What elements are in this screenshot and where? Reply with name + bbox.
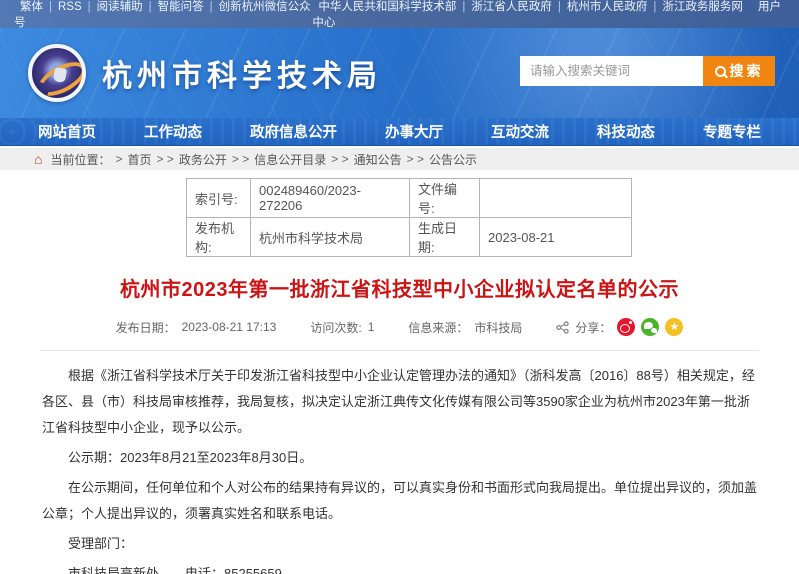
document-meta-table: 索引号: 002489460/2023-272206 文件编号: 发布机构: 杭… bbox=[186, 178, 632, 257]
breadcrumb-home[interactable]: 首页 bbox=[128, 151, 152, 168]
site-title: 杭州市科学技术局 bbox=[102, 51, 382, 95]
topbar-link-smart-qa[interactable]: 智能问答 bbox=[158, 1, 204, 13]
breadcrumb-separator: > > bbox=[331, 152, 348, 166]
home-icon: ⌂ bbox=[34, 152, 42, 166]
meta-label-date: 生成日期: bbox=[410, 218, 480, 257]
nav-item-home[interactable]: 网站首页 bbox=[30, 121, 104, 142]
nav-item-work-news[interactable]: 工作动态 bbox=[136, 121, 210, 142]
source-label: 信息来源： bbox=[408, 319, 468, 336]
wechat-share-icon[interactable] bbox=[641, 318, 659, 336]
topbar-link-zhejiang-gov[interactable]: 浙江省人民政府 bbox=[471, 1, 552, 13]
meta-value-date: 2023-08-21 bbox=[480, 218, 632, 257]
search-icon bbox=[715, 66, 726, 77]
search-input[interactable] bbox=[520, 56, 703, 86]
topbar-link-most[interactable]: 中华人民共和国科学技术部 bbox=[318, 1, 456, 13]
breadcrumb: ⌂ 当前位置： > 首页 > > 政务公开 > > 信息公开目录 > > 通知公… bbox=[0, 148, 799, 170]
divider bbox=[40, 350, 759, 351]
paragraph-publicity-period: 公示期：2023年8月21至2023年8月30日。 bbox=[42, 445, 757, 471]
paragraph-basis: 根据《浙江省科学技术厅关于印发浙江省科技型中小企业认定管理办法的通知》（浙科发高… bbox=[42, 363, 757, 441]
article-meta-row: 发布日期： 2023-08-21 17:13 访问次数: 1 信息来源： 市科技局 分… bbox=[0, 318, 799, 336]
topbar-right-links: 中华人民共和国科学技术部|浙江省人民政府|杭州市人民政府|浙江政务服务网 用户中… bbox=[312, 0, 785, 30]
breadcrumb-prefix: 当前位置： bbox=[50, 151, 110, 168]
article-body: 根据《浙江省科学技术厅关于印发浙江省科技型中小企业认定管理办法的通知》（浙科发高… bbox=[42, 363, 757, 574]
meta-value-agency: 杭州市科学技术局 bbox=[251, 218, 410, 257]
meta-label-agency: 发布机构: bbox=[187, 218, 251, 257]
breadcrumb-gov-open[interactable]: 政务公开 bbox=[179, 151, 227, 168]
site-header: 杭州市科学技术局 搜索 bbox=[0, 28, 799, 118]
breadcrumb-info-catalog[interactable]: 信息公开目录 bbox=[254, 151, 326, 168]
breadcrumb-announcements[interactable]: 公告公示 bbox=[429, 151, 477, 168]
qzone-share-icon[interactable]: ★ bbox=[665, 318, 683, 336]
table-row: 发布机构: 杭州市科学技术局 生成日期: 2023-08-21 bbox=[187, 218, 632, 257]
nav-item-interaction[interactable]: 互动交流 bbox=[483, 121, 557, 142]
separator: | bbox=[49, 1, 52, 13]
search-button[interactable]: 搜索 bbox=[703, 56, 775, 86]
top-utility-bar: 繁体|RSS|阅读辅助|智能问答|创新杭州微信公众号 中华人民共和国科学技术部|… bbox=[0, 0, 799, 28]
breadcrumb-separator: > > bbox=[232, 152, 249, 166]
visits-label: 访问次数: bbox=[310, 319, 361, 336]
separator: | bbox=[210, 1, 213, 13]
topbar-left-links: 繁体|RSS|阅读辅助|智能问答|创新杭州微信公众号 bbox=[14, 0, 312, 30]
meta-label-index: 索引号: bbox=[187, 179, 251, 218]
search-button-label: 搜索 bbox=[730, 61, 764, 81]
share-label: 分享： bbox=[575, 319, 611, 336]
main-navigation: 网站首页 工作动态 政府信息公开 办事大厅 互动交流 科技动态 专题专栏 bbox=[0, 118, 799, 146]
meta-value-docnum bbox=[480, 179, 632, 218]
visits-count: 1 bbox=[368, 320, 375, 334]
paragraph-accepting-dept: 受理部门： bbox=[42, 531, 757, 557]
nav-item-tech-news[interactable]: 科技动态 bbox=[589, 121, 663, 142]
topbar-link-reading-aid[interactable]: 阅读辅助 bbox=[97, 1, 143, 13]
topbar-link-rss[interactable]: RSS bbox=[58, 1, 82, 13]
publish-date: 2023-08-21 17:13 bbox=[182, 320, 277, 334]
paragraph-hightech-phone: 市科技局高新处 电话：85255659 bbox=[42, 561, 757, 574]
publish-date-label: 发布日期： bbox=[116, 319, 176, 336]
breadcrumb-separator: > bbox=[115, 152, 122, 166]
share-nodes-icon bbox=[556, 321, 569, 334]
paragraph-objection: 在公示期间，任何单位和个人对公布的结果持有异议的，可以真实身份和书面形式向我局提… bbox=[42, 475, 757, 527]
bureau-logo bbox=[28, 44, 86, 102]
topbar-link-hangzhou-gov[interactable]: 杭州市人民政府 bbox=[567, 1, 648, 13]
topbar-link-zhejiang-service[interactable]: 浙江政务服务网 bbox=[662, 1, 743, 13]
nav-item-special-topics[interactable]: 专题专栏 bbox=[695, 121, 769, 142]
separator: | bbox=[558, 1, 561, 13]
topbar-link-traditional[interactable]: 繁体 bbox=[20, 1, 43, 13]
separator: | bbox=[653, 1, 656, 13]
meta-value-index: 002489460/2023-272206 bbox=[251, 179, 410, 218]
meta-label-docnum: 文件编号: bbox=[410, 179, 480, 218]
separator: | bbox=[149, 1, 152, 13]
weibo-share-icon[interactable] bbox=[617, 318, 635, 336]
page-title: 杭州市2023年第一批浙江省科技型中小企业拟认定名单的公示 bbox=[0, 273, 799, 302]
nav-item-service-hall[interactable]: 办事大厅 bbox=[377, 121, 451, 142]
separator: | bbox=[462, 1, 465, 13]
breadcrumb-separator: > > bbox=[407, 152, 424, 166]
nav-item-gov-info[interactable]: 政府信息公开 bbox=[242, 121, 345, 142]
search-box: 搜索 bbox=[520, 56, 775, 86]
breadcrumb-notices[interactable]: 通知公告 bbox=[354, 151, 402, 168]
breadcrumb-separator: > > bbox=[157, 152, 174, 166]
table-row: 索引号: 002489460/2023-272206 文件编号: bbox=[187, 179, 632, 218]
separator: | bbox=[88, 1, 91, 13]
source-value: 市科技局 bbox=[474, 319, 522, 336]
